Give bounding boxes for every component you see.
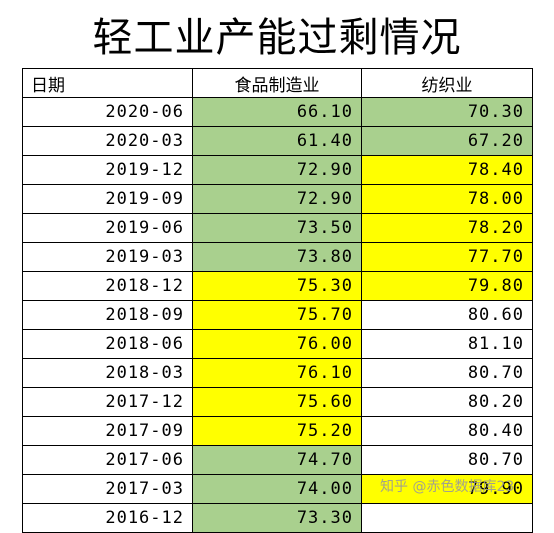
cell-date: 2017-12 bbox=[22, 387, 193, 417]
column-header-textile: 纺织业 bbox=[361, 68, 533, 98]
cell-textile: 80.40 bbox=[361, 416, 533, 446]
cell-textile: 81.10 bbox=[361, 329, 533, 359]
table-row: 2018-03 76.10 80.70 bbox=[22, 358, 533, 388]
table-row: 2019-06 73.50 78.20 bbox=[22, 213, 533, 243]
cell-textile: 70.30 bbox=[361, 97, 533, 127]
table-row: 2019-03 73.80 77.70 bbox=[22, 242, 533, 272]
cell-date: 2018-12 bbox=[22, 271, 193, 301]
table-row: 2018-12 75.30 79.80 bbox=[22, 271, 533, 301]
cell-food-manufacturing: 73.80 bbox=[192, 242, 362, 272]
cell-textile: 80.20 bbox=[361, 387, 533, 417]
cell-date: 2019-03 bbox=[22, 242, 193, 272]
cell-date: 2018-06 bbox=[22, 329, 193, 359]
column-header-food-manufacturing: 食品制造业 bbox=[192, 68, 362, 98]
table-row: 2020-06 66.10 70.30 bbox=[22, 97, 533, 127]
table-row: 2016-12 73.30 bbox=[22, 503, 533, 533]
column-header-date: 日期 bbox=[22, 68, 193, 98]
cell-textile bbox=[361, 503, 533, 533]
cell-food-manufacturing: 76.00 bbox=[192, 329, 362, 359]
cell-textile: 78.00 bbox=[361, 184, 533, 214]
cell-date: 2018-03 bbox=[22, 358, 193, 388]
cell-textile: 78.40 bbox=[361, 155, 533, 185]
capacity-table: 日期 食品制造业 纺织业 2020-06 66.10 70.30 2020-03 61.… bbox=[22, 68, 533, 533]
table-row: 2017-12 75.60 80.20 bbox=[22, 387, 533, 417]
table-row: 2017-09 75.20 80.40 bbox=[22, 416, 533, 446]
cell-food-manufacturing: 75.30 bbox=[192, 271, 362, 301]
watermark: 知乎 @赤色数据库23 bbox=[380, 479, 515, 495]
cell-food-manufacturing: 73.30 bbox=[192, 503, 362, 533]
header-row: 日期 食品制造业 纺织业 bbox=[22, 68, 533, 98]
cell-date: 2017-09 bbox=[22, 416, 193, 446]
cell-textile: 80.70 bbox=[361, 358, 533, 388]
table-title: 轻工业产能过剩情况 bbox=[92, 15, 462, 61]
cell-textile: 80.70 bbox=[361, 445, 533, 475]
cell-food-manufacturing: 73.50 bbox=[192, 213, 362, 243]
cell-food-manufacturing: 75.20 bbox=[192, 416, 362, 446]
cell-textile: 77.70 bbox=[361, 242, 533, 272]
cell-date: 2019-09 bbox=[22, 184, 193, 214]
cell-food-manufacturing: 72.90 bbox=[192, 155, 362, 185]
cell-date: 2016-12 bbox=[22, 503, 193, 533]
table-row: 2018-09 75.70 80.60 bbox=[22, 300, 533, 330]
cell-textile: 78.20 bbox=[361, 213, 533, 243]
cell-food-manufacturing: 66.10 bbox=[192, 97, 362, 127]
cell-date: 2019-12 bbox=[22, 155, 193, 185]
cell-date: 2017-03 bbox=[22, 474, 193, 504]
table-row: 2019-09 72.90 78.00 bbox=[22, 184, 533, 214]
cell-date: 2018-09 bbox=[22, 300, 193, 330]
cell-food-manufacturing: 76.10 bbox=[192, 358, 362, 388]
cell-food-manufacturing: 75.70 bbox=[192, 300, 362, 330]
cell-food-manufacturing: 75.60 bbox=[192, 387, 362, 417]
cell-food-manufacturing: 74.70 bbox=[192, 445, 362, 475]
cell-food-manufacturing: 61.40 bbox=[192, 126, 362, 156]
cell-textile: 79.80 bbox=[361, 271, 533, 301]
table-row: 2018-06 76.00 81.10 bbox=[22, 329, 533, 359]
table-row: 2017-06 74.70 80.70 bbox=[22, 445, 533, 475]
cell-textile: 80.60 bbox=[361, 300, 533, 330]
cell-food-manufacturing: 72.90 bbox=[192, 184, 362, 214]
cell-textile: 67.20 bbox=[361, 126, 533, 156]
cell-date: 2020-03 bbox=[22, 126, 193, 156]
table-row: 2019-12 72.90 78.40 bbox=[22, 155, 533, 185]
cell-food-manufacturing: 74.00 bbox=[192, 474, 362, 504]
cell-date: 2019-06 bbox=[22, 213, 193, 243]
table-row: 2020-03 61.40 67.20 bbox=[22, 126, 533, 156]
cell-date: 2017-06 bbox=[22, 445, 193, 475]
cell-date: 2020-06 bbox=[22, 97, 193, 127]
